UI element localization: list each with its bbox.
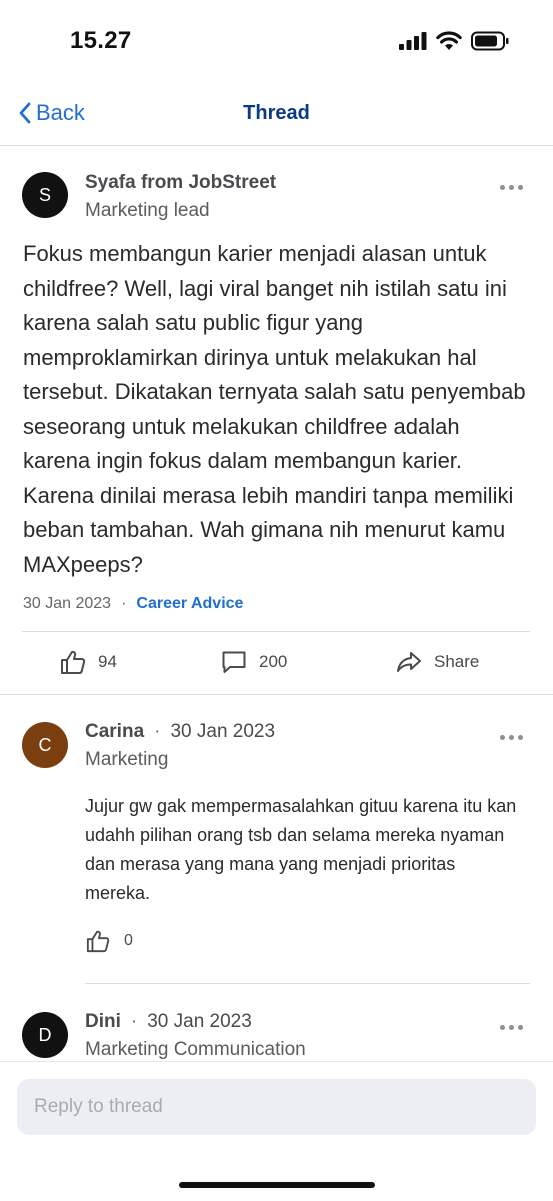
comment-header: Carina · 30 Jan 2023 bbox=[85, 721, 275, 743]
thumbs-up-icon bbox=[86, 930, 110, 953]
comment-like-button[interactable]: 0 bbox=[86, 929, 133, 953]
status-icons bbox=[399, 30, 509, 52]
post-share-label: Share bbox=[434, 652, 480, 671]
post-author-name[interactable]: Syafa from JobStreet bbox=[85, 172, 276, 194]
comment-body: Jujur gw gak mempermasalahkan gituu kare… bbox=[85, 796, 517, 903]
comment-header: Dini · 30 Jan 2023 bbox=[85, 1011, 252, 1033]
comment-author-name[interactable]: Dini bbox=[85, 1011, 121, 1033]
thumbs-up-icon bbox=[61, 650, 86, 674]
post-like-count: 94 bbox=[98, 652, 117, 671]
post-comment-button[interactable]: 200 bbox=[221, 649, 287, 675]
post-author-avatar[interactable]: S bbox=[22, 172, 68, 218]
comment-more-options-icon[interactable] bbox=[500, 1025, 524, 1030]
meta-separator: · bbox=[121, 595, 127, 612]
wifi-icon bbox=[436, 31, 462, 50]
comment-date: 30 Jan 2023 bbox=[147, 1011, 252, 1032]
section-divider bbox=[0, 694, 553, 695]
comment-author-avatar[interactable]: C bbox=[22, 722, 68, 768]
post-author-role: Marketing lead bbox=[85, 200, 210, 221]
comment-date: 30 Jan 2023 bbox=[170, 721, 276, 742]
home-indicator bbox=[179, 1182, 375, 1188]
comment-icon bbox=[222, 651, 246, 673]
post-meta: 30 Jan 2023 · Career Advice bbox=[23, 595, 243, 613]
post-share-button[interactable]: Share bbox=[396, 649, 479, 675]
post-comment-count: 200 bbox=[259, 652, 288, 671]
share-icon bbox=[397, 652, 421, 672]
battery-icon bbox=[471, 31, 509, 51]
reply-input[interactable]: Reply to thread bbox=[17, 1079, 536, 1135]
post-like-button[interactable]: 94 bbox=[60, 649, 117, 675]
status-time: 15.27 bbox=[70, 27, 132, 54]
page-title: Thread bbox=[243, 102, 310, 124]
post-divider bbox=[22, 631, 530, 632]
post-date: 30 Jan 2023 bbox=[23, 595, 112, 612]
comment-separator: · bbox=[130, 1011, 138, 1032]
comment-author-avatar[interactable]: D bbox=[22, 1012, 68, 1058]
comment-author-role: Marketing bbox=[85, 749, 169, 770]
cellular-signal-icon bbox=[399, 32, 427, 50]
post-body: Fokus membangun karier menjadi alasan un… bbox=[23, 241, 526, 577]
post-more-options-icon[interactable] bbox=[500, 185, 524, 190]
comment-author-name[interactable]: Carina bbox=[85, 721, 144, 743]
comment-author-role: Marketing Communication bbox=[85, 1039, 306, 1060]
post-category-link[interactable]: Career Advice bbox=[136, 595, 243, 613]
comment-more-options-icon[interactable] bbox=[500, 735, 524, 740]
nav-divider bbox=[0, 145, 553, 146]
comment-like-count: 0 bbox=[124, 932, 133, 949]
comment-divider bbox=[85, 983, 530, 984]
comment-separator: · bbox=[154, 721, 161, 742]
